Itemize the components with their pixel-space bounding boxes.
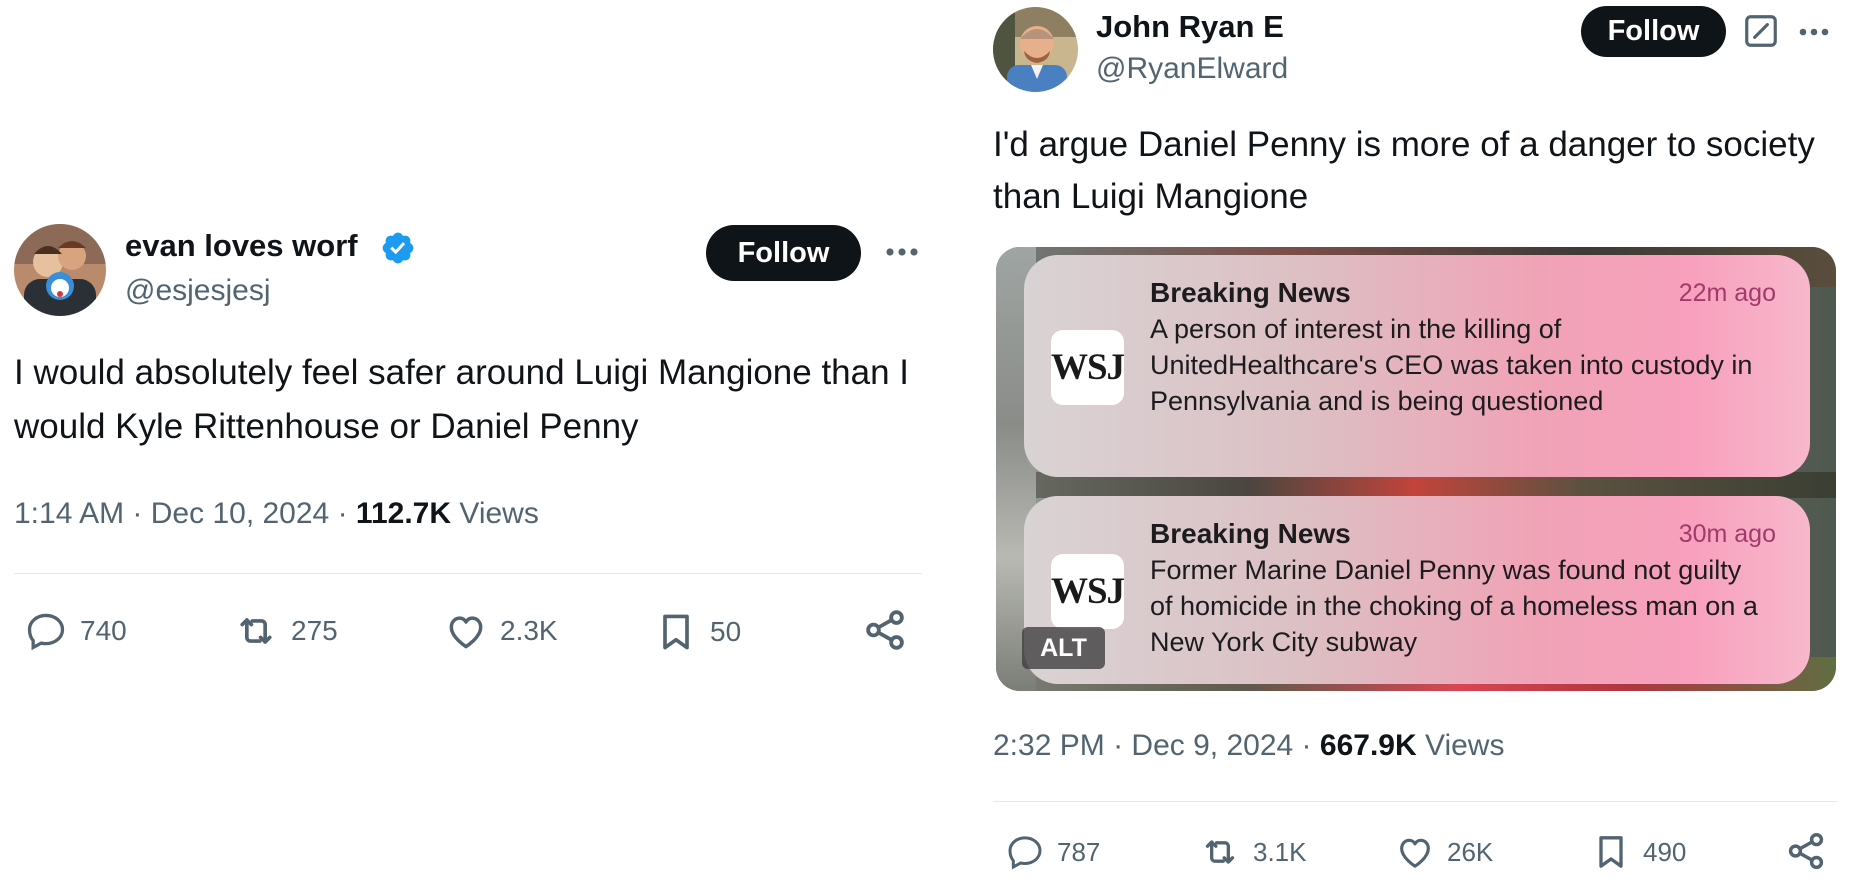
action-bar: 740 275 2.3K 50: [14, 605, 922, 655]
notification-time: 30m ago: [1678, 520, 1776, 548]
notification-body: A person of interest in the killing of U…: [1150, 314, 1753, 416]
wsj-logo: WSJ: [1051, 554, 1125, 629]
share-icon: [866, 610, 904, 650]
notification-body: Former Marine Daniel Penny was found not…: [1150, 555, 1758, 657]
alt-badge[interactable]: ALT: [1022, 627, 1105, 669]
tweet-right: John Ryan E @RyanElward Follow I'd argue…: [993, 0, 1838, 885]
tweet-date[interactable]: Dec 10, 2024: [151, 497, 329, 530]
share-button[interactable]: [1785, 830, 1827, 872]
news-notification: WSJ Breaking News 30m ago Former Marine …: [1024, 496, 1810, 684]
more-icon[interactable]: [1794, 12, 1834, 52]
like-button[interactable]: 2.3K: [444, 609, 558, 653]
bookmark-button[interactable]: 50: [654, 609, 741, 655]
grok-icon[interactable]: [1742, 12, 1780, 50]
handle[interactable]: @esjesjesj: [125, 274, 271, 308]
repost-icon: [1205, 840, 1235, 864]
repost-button[interactable]: 275: [233, 609, 338, 653]
share-icon: [1788, 832, 1824, 870]
display-name[interactable]: evan loves worf: [125, 228, 358, 264]
follow-button[interactable]: Follow: [706, 225, 861, 281]
repost-count: 275: [291, 615, 338, 646]
like-count: 2.3K: [500, 615, 558, 646]
action-bar: 787 3.1K 26K 490: [993, 828, 1838, 878]
bookmark-count: 490: [1643, 836, 1687, 867]
wsj-logo: WSJ: [1051, 330, 1125, 405]
separator: ·: [337, 497, 348, 530]
tweet-meta: 2:32 PM · Dec 9, 2024 · 667.9K Views: [993, 729, 1504, 763]
tweet-date[interactable]: Dec 9, 2024: [1131, 729, 1293, 762]
notification-title: Breaking News: [1150, 518, 1351, 549]
bookmark-icon: [663, 614, 689, 650]
separator: ·: [132, 497, 143, 530]
notification-time: 22m ago: [1678, 279, 1776, 307]
like-icon: [1400, 838, 1430, 868]
bookmark-button[interactable]: 490: [1591, 831, 1686, 873]
share-button[interactable]: [862, 607, 908, 653]
separator: ·: [1301, 729, 1312, 762]
notification-title: Breaking News: [1150, 277, 1351, 308]
handle[interactable]: @RyanElward: [1096, 52, 1288, 86]
reply-button[interactable]: 787: [1005, 832, 1100, 872]
tweet-meta: 1:14 AM · Dec 10, 2024 · 112.7K Views: [14, 497, 539, 531]
views-label: Views: [1424, 729, 1505, 762]
tweet-left: evan loves worf @esjesjesj Follow I woul…: [14, 222, 922, 662]
reply-count: 740: [80, 615, 127, 646]
avatar[interactable]: [14, 224, 106, 316]
tweet-time[interactable]: 1:14 AM: [14, 497, 124, 530]
views-count: 112.7K: [355, 497, 452, 530]
bookmark-icon: [1599, 836, 1623, 868]
repost-icon: [240, 618, 272, 644]
bookmark-count: 50: [710, 616, 742, 647]
more-icon[interactable]: [882, 232, 922, 272]
reply-icon: [1008, 836, 1042, 870]
verified-badge-icon: [382, 232, 414, 264]
repost-button[interactable]: 3.1K: [1199, 832, 1307, 872]
separator: ·: [1113, 729, 1124, 762]
tweet-text: I'd argue Daniel Penny is more of a dang…: [993, 125, 1815, 216]
reply-icon: [27, 613, 65, 651]
display-name[interactable]: John Ryan E: [1096, 9, 1284, 45]
like-count: 26K: [1447, 836, 1494, 867]
reply-count: 787: [1057, 836, 1101, 867]
news-notification: WSJ Breaking News 22m ago A person of in…: [1024, 255, 1810, 477]
tweet-media-image[interactable]: WSJ Breaking News 22m ago A person of in…: [996, 247, 1836, 691]
views-label: Views: [459, 497, 539, 530]
repost-count: 3.1K: [1253, 836, 1307, 867]
avatar[interactable]: [993, 7, 1078, 92]
views-count: 667.9K: [1319, 729, 1417, 762]
like-button[interactable]: 26K: [1395, 832, 1493, 872]
follow-button[interactable]: Follow: [1581, 6, 1726, 57]
tweet-time[interactable]: 2:32 PM: [993, 729, 1105, 762]
divider: [993, 801, 1838, 802]
reply-button[interactable]: 740: [24, 609, 127, 653]
tweet-text: I would absolutely feel safer around Lui…: [14, 353, 910, 446]
like-icon: [449, 616, 483, 649]
divider: [14, 573, 922, 574]
